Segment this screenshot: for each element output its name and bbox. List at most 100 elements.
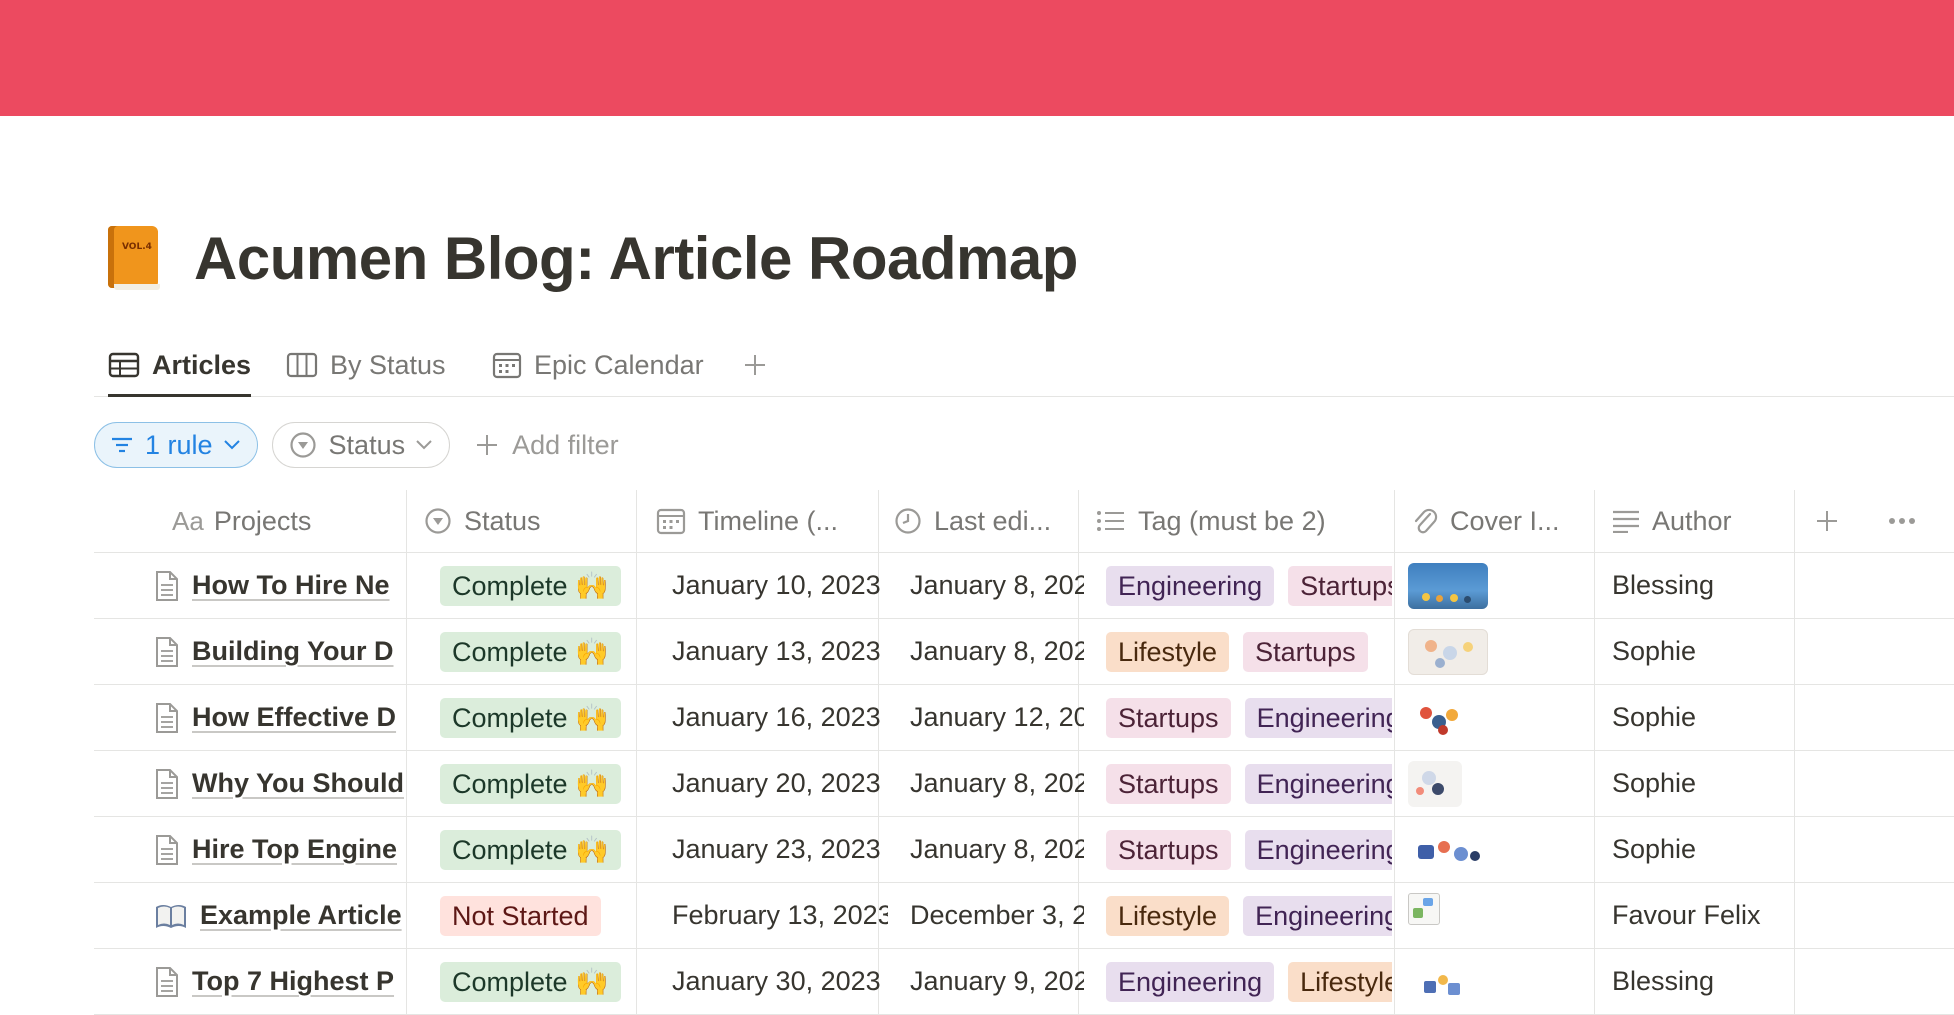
- table-row[interactable]: How To Hire Ne Complete 🙌 January 10, 20…: [94, 553, 1954, 619]
- status-badge: Complete 🙌: [440, 829, 621, 870]
- cover-thumbnail[interactable]: [1408, 826, 1488, 873]
- chevron-down-icon: [223, 440, 240, 450]
- column-header-timeline[interactable]: Timeline (...: [656, 490, 838, 552]
- status-badge: Complete 🙌: [440, 631, 621, 672]
- status-cell[interactable]: Complete 🙌: [424, 949, 648, 1014]
- calendar-icon: [492, 352, 522, 379]
- tab-label: By Status: [330, 349, 446, 380]
- author-cell[interactable]: Sophie: [1594, 619, 1784, 684]
- status-cell[interactable]: Complete 🙌: [424, 817, 648, 882]
- orange-book-icon[interactable]: VOL.4: [104, 224, 162, 292]
- author-cell[interactable]: Sophie: [1594, 751, 1784, 816]
- table-row[interactable]: How Effective D Complete 🙌 January 16, 2…: [94, 685, 1954, 751]
- tab-articles[interactable]: Articles: [108, 334, 252, 397]
- status-filter-button[interactable]: Status: [271, 422, 451, 468]
- filter-rule-button[interactable]: 1 rule: [94, 422, 258, 468]
- column-header-status[interactable]: Status: [424, 490, 541, 552]
- tag-cell[interactable]: Lifestyle Engineering: [1092, 883, 1392, 948]
- calendar-icon: [656, 508, 686, 535]
- document-icon: [156, 702, 178, 733]
- cover-cell[interactable]: [1394, 685, 1584, 750]
- status-cell[interactable]: Not Started: [424, 883, 648, 948]
- cover-cell[interactable]: [1394, 949, 1584, 1014]
- filter-lines-icon: [112, 437, 132, 453]
- more-options-button[interactable]: [1888, 490, 1928, 552]
- open-book-icon: [156, 904, 186, 928]
- status-icon: [425, 508, 451, 534]
- cover-cell[interactable]: [1394, 817, 1584, 882]
- tag-cell[interactable]: Lifestyle Startups: [1092, 619, 1392, 684]
- cover-thumbnail[interactable]: [1408, 958, 1488, 1005]
- author-cell[interactable]: Blessing: [1594, 949, 1784, 1014]
- text-lines-icon: [1613, 510, 1639, 533]
- author-cell[interactable]: Sophie: [1594, 685, 1784, 750]
- status-badge: Complete 🙌: [440, 697, 621, 738]
- cover-thumbnail[interactable]: [1408, 760, 1462, 807]
- tag-badge: Lifestyle: [1288, 961, 1392, 1002]
- table-row[interactable]: Hire Top Engine Complete 🙌 January 23, 2…: [94, 817, 1954, 883]
- status-badge: Complete 🙌: [440, 565, 621, 606]
- article-title[interactable]: Top 7 Highest P: [192, 966, 394, 997]
- timeline-cell[interactable]: January 20, 2023: [654, 751, 888, 816]
- timeline-cell[interactable]: January 13, 2023: [654, 619, 888, 684]
- cover-thumbnail[interactable]: [1408, 694, 1488, 741]
- tab-epic-calendar[interactable]: Epic Calendar: [492, 334, 704, 396]
- cover-cell[interactable]: [1394, 553, 1584, 618]
- last-edited-cell: January 9, 202: [910, 966, 1084, 996]
- table-row[interactable]: Building Your D Complete 🙌 January 13, 2…: [94, 619, 1954, 685]
- author-cell[interactable]: Favour Felix: [1594, 883, 1784, 948]
- last-edited-cell: January 8, 202: [910, 636, 1084, 666]
- tag-cell[interactable]: Startups Engineering: [1092, 685, 1392, 750]
- author-cell[interactable]: Blessing: [1594, 553, 1784, 618]
- status-cell[interactable]: Complete 🙌: [424, 619, 648, 684]
- timeline-cell[interactable]: February 13, 2023: [654, 883, 888, 948]
- timeline-cell[interactable]: January 30, 2023: [654, 949, 888, 1014]
- status-cell[interactable]: Complete 🙌: [424, 751, 648, 816]
- table-row[interactable]: Why You Should Complete 🙌 January 20, 20…: [94, 751, 1954, 817]
- tag-badge: Engineering: [1244, 829, 1392, 870]
- column-header-cover[interactable]: Cover I...: [1412, 490, 1560, 552]
- add-property-button[interactable]: [1814, 490, 1852, 552]
- table-row[interactable]: Example Article Not Started February 13,…: [94, 883, 1954, 949]
- status-cell[interactable]: Complete 🙌: [424, 553, 648, 618]
- article-title[interactable]: Why You Should: [192, 768, 404, 799]
- add-view-button[interactable]: [742, 334, 780, 396]
- column-label: Cover I...: [1450, 505, 1560, 536]
- table-row[interactable]: Top 7 Highest P Complete 🙌 January 30, 2…: [94, 949, 1954, 1015]
- tag-badge: Engineering: [1244, 763, 1392, 804]
- timeline-cell[interactable]: January 10, 2023: [654, 553, 888, 618]
- tag-cell[interactable]: Startups Engineering: [1092, 751, 1392, 816]
- tag-cell[interactable]: Engineering Startups: [1092, 553, 1392, 618]
- column-header-last-edited[interactable]: Last edi...: [894, 490, 1051, 552]
- tag-badge: Engineering: [1106, 565, 1275, 606]
- column-header-tag[interactable]: Tag (must be 2): [1096, 490, 1326, 552]
- column-label: Status: [464, 505, 541, 536]
- article-title[interactable]: How Effective D: [192, 702, 396, 733]
- broken-image-icon[interactable]: [1408, 893, 1440, 925]
- article-title[interactable]: How To Hire Ne: [192, 570, 390, 601]
- column-label: Tag (must be 2): [1138, 505, 1326, 536]
- tag-cell[interactable]: Startups Engineering: [1092, 817, 1392, 882]
- status-cell[interactable]: Complete 🙌: [424, 685, 648, 750]
- article-title[interactable]: Example Article: [200, 900, 402, 931]
- chevron-down-icon: [416, 440, 432, 450]
- tag-cell[interactable]: Engineering Lifestyle: [1092, 949, 1392, 1014]
- last-edited-cell: January 8, 202: [910, 834, 1084, 864]
- cover-cell[interactable]: [1394, 883, 1584, 948]
- tab-by-status[interactable]: By Status: [286, 334, 446, 396]
- cover-cell[interactable]: [1394, 619, 1584, 684]
- tag-badge: Lifestyle: [1106, 631, 1230, 672]
- column-header-author[interactable]: Author: [1612, 490, 1732, 552]
- article-title[interactable]: Hire Top Engine: [192, 834, 397, 865]
- plus-icon: [745, 355, 765, 375]
- article-title[interactable]: Building Your D: [192, 636, 394, 667]
- cover-cell[interactable]: [1394, 751, 1584, 816]
- column-header-projects[interactable]: Aa Projects: [172, 490, 311, 552]
- cover-thumbnail[interactable]: [1408, 628, 1488, 675]
- timeline-cell[interactable]: January 23, 2023: [654, 817, 888, 882]
- timeline-cell[interactable]: January 16, 2023: [654, 685, 888, 750]
- page-title[interactable]: Acumen Blog: Article Roadmap: [194, 224, 1078, 293]
- author-cell[interactable]: Sophie: [1594, 817, 1784, 882]
- cover-thumbnail[interactable]: [1408, 562, 1488, 609]
- add-filter-button[interactable]: Add filter: [474, 430, 619, 461]
